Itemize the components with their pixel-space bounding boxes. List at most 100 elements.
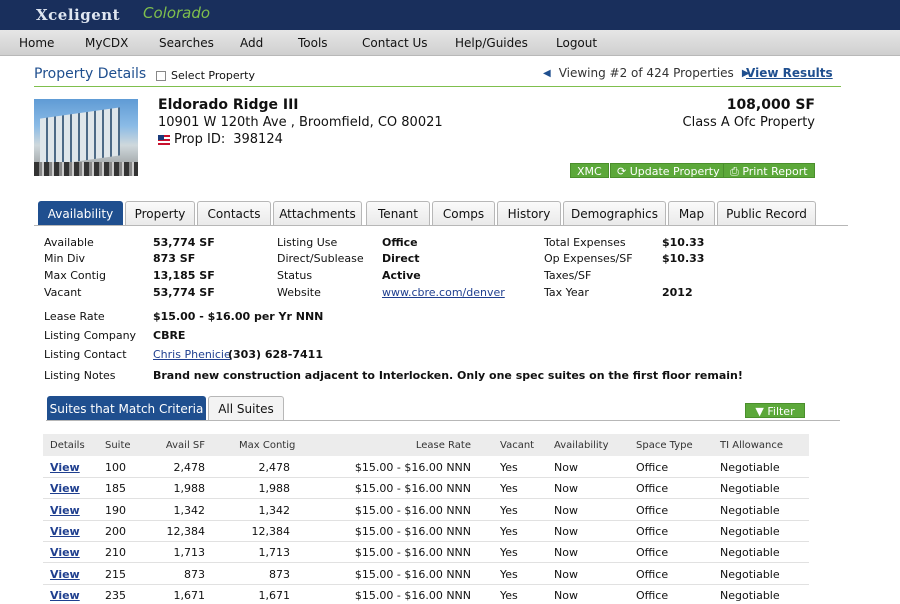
website-link[interactable]: www.cbre.com/denver xyxy=(382,286,505,299)
total-expenses-label: Total Expenses xyxy=(544,236,626,249)
listing-company-value: CBRE xyxy=(153,329,186,342)
view-link[interactable]: View xyxy=(50,504,80,517)
max-contig-cell: 873 xyxy=(269,567,290,581)
tab-history[interactable]: History xyxy=(497,201,561,226)
ti-allowance-cell: Negotiable xyxy=(720,588,780,602)
region-label: Colorado xyxy=(143,4,211,22)
max-contig-cell: 1,988 xyxy=(258,482,291,496)
view-link[interactable]: View xyxy=(50,525,80,538)
prop-id-value: 398124 xyxy=(233,132,283,147)
avail-sf-cell: 1,988 xyxy=(173,482,206,496)
view-link[interactable]: View xyxy=(50,482,80,495)
tab-map[interactable]: Map xyxy=(668,201,715,226)
website-label: Website xyxy=(277,286,321,299)
view-link[interactable]: View xyxy=(50,461,80,474)
tab-property[interactable]: Property xyxy=(125,201,195,226)
filter-button[interactable]: ▼ Filter xyxy=(745,403,805,418)
tab-suites-match[interactable]: Suites that Match Criteria xyxy=(47,396,206,421)
space-type-cell: Office xyxy=(636,588,669,602)
view-results-link[interactable]: View Results xyxy=(746,66,833,80)
ti-allowance-cell: Negotiable xyxy=(720,461,780,474)
vacant-cell: Yes xyxy=(500,503,518,517)
col-details[interactable]: Details xyxy=(50,440,85,451)
tab-tenant[interactable]: Tenant xyxy=(366,201,430,226)
lease-rate-cell: $15.00 - $16.00 NNN xyxy=(354,567,471,581)
tab-attachments[interactable]: Attachments xyxy=(273,201,362,226)
nav-home[interactable]: Home xyxy=(19,36,54,50)
update-property-label: Update Property xyxy=(629,165,720,178)
col-lease-rate[interactable]: Lease Rate xyxy=(403,440,471,451)
property-class: Class A Ofc Property xyxy=(682,115,815,130)
listing-contact-link[interactable]: Chris Phenicie xyxy=(153,348,231,361)
property-photo[interactable] xyxy=(34,99,138,176)
refresh-icon: ⟳ xyxy=(617,165,627,178)
ti-allowance-cell: Negotiable xyxy=(720,482,780,496)
flag-icon xyxy=(158,134,170,145)
update-property-button[interactable]: ⟳ Update Property xyxy=(610,163,727,178)
nav-logout[interactable]: Logout xyxy=(556,36,597,50)
col-vacant[interactable]: Vacant xyxy=(500,440,534,451)
tab-demographics[interactable]: Demographics xyxy=(563,201,666,226)
record-navigator: ◀ Viewing #2 of 424 Properties ▶ xyxy=(543,66,750,80)
nav-tools[interactable]: Tools xyxy=(298,36,328,50)
col-space-type[interactable]: Space Type xyxy=(636,440,693,451)
nav-add[interactable]: Add xyxy=(240,36,263,50)
tab-public-record[interactable]: Public Record xyxy=(717,201,816,226)
header-divider xyxy=(34,86,841,87)
availability-cell: Now xyxy=(554,567,578,581)
col-availability[interactable]: Availability xyxy=(554,440,609,451)
select-property-checkbox[interactable] xyxy=(156,70,166,81)
suite-cell: 185 xyxy=(105,482,126,496)
col-max-contig[interactable]: Max Contig xyxy=(239,440,295,451)
ti-allowance-cell: Negotiable xyxy=(720,503,780,517)
print-report-button[interactable]: ⎙ Print Report xyxy=(723,163,815,178)
tab-all-suites[interactable]: All Suites xyxy=(208,396,284,421)
table-row: View 210 1,713 1,713 $15.00 - $16.00 NNN Yes N… xyxy=(43,542,809,564)
col-avail-sf[interactable]: Avail SF xyxy=(165,440,205,451)
listing-company-label: Listing Company xyxy=(44,329,137,342)
xceligent-logo[interactable]: Xceligent xyxy=(36,6,120,24)
suite-cell: 100 xyxy=(105,461,126,474)
avail-sf-cell: 12,384 xyxy=(166,524,206,538)
view-link[interactable]: View xyxy=(50,546,80,559)
nav-help-guides[interactable]: Help/Guides xyxy=(455,36,528,50)
vacant-cell: Yes xyxy=(500,567,518,581)
min-div-label: Min Div xyxy=(44,252,86,265)
nav-contact-us[interactable]: Contact Us xyxy=(362,36,428,50)
view-link[interactable]: View xyxy=(50,589,80,602)
taxes-sf-label: Taxes/SF xyxy=(544,269,592,282)
lease-rate-cell: $15.00 - $16.00 NNN xyxy=(354,524,471,538)
page-title: Property Details xyxy=(34,66,147,82)
table-row: View 100 2,478 2,478 $15.00 - $16.00 NNN Yes N… xyxy=(43,457,809,478)
avail-sf-cell: 1,713 xyxy=(173,546,206,560)
op-expenses-value: $10.33 xyxy=(662,252,705,265)
prev-arrow-icon[interactable]: ◀ xyxy=(543,68,551,79)
xmc-button[interactable]: XMC xyxy=(570,163,609,178)
availability-cell: Now xyxy=(554,482,578,496)
tab-availability[interactable]: Availability xyxy=(38,201,123,226)
listing-use-label: Listing Use xyxy=(277,236,338,249)
lease-rate-cell: $15.00 - $16.00 NNN xyxy=(354,546,471,560)
nav-searches[interactable]: Searches xyxy=(159,36,214,50)
col-suite[interactable]: Suite xyxy=(105,440,131,451)
max-contig-cell: 1,671 xyxy=(258,588,291,602)
col-ti-allowance[interactable]: TI Allowance xyxy=(720,440,783,451)
ti-allowance-cell: Negotiable xyxy=(720,546,780,560)
ti-allowance-cell: Negotiable xyxy=(720,567,780,581)
availability-cell: Now xyxy=(554,503,578,517)
view-link[interactable]: View xyxy=(50,568,80,581)
select-property[interactable]: Select Property xyxy=(156,69,255,82)
space-type-cell: Office xyxy=(636,567,669,581)
select-property-label: Select Property xyxy=(171,69,255,82)
available-value: 53,774 SF xyxy=(153,236,215,249)
max-contig-value: 13,185 SF xyxy=(153,269,215,282)
tab-contacts[interactable]: Contacts xyxy=(197,201,271,226)
nav-mycdx[interactable]: MyCDX xyxy=(85,36,128,50)
viewing-count: Viewing #2 of 424 Properties xyxy=(558,66,734,80)
ti-allowance-cell: Negotiable xyxy=(720,524,780,538)
property-size: 108,000 SF xyxy=(726,97,815,113)
print-report-label: Print Report xyxy=(742,165,808,178)
availability-cell: Now xyxy=(554,546,578,560)
max-contig-cell: 2,478 xyxy=(258,461,291,474)
tab-comps[interactable]: Comps xyxy=(432,201,495,226)
